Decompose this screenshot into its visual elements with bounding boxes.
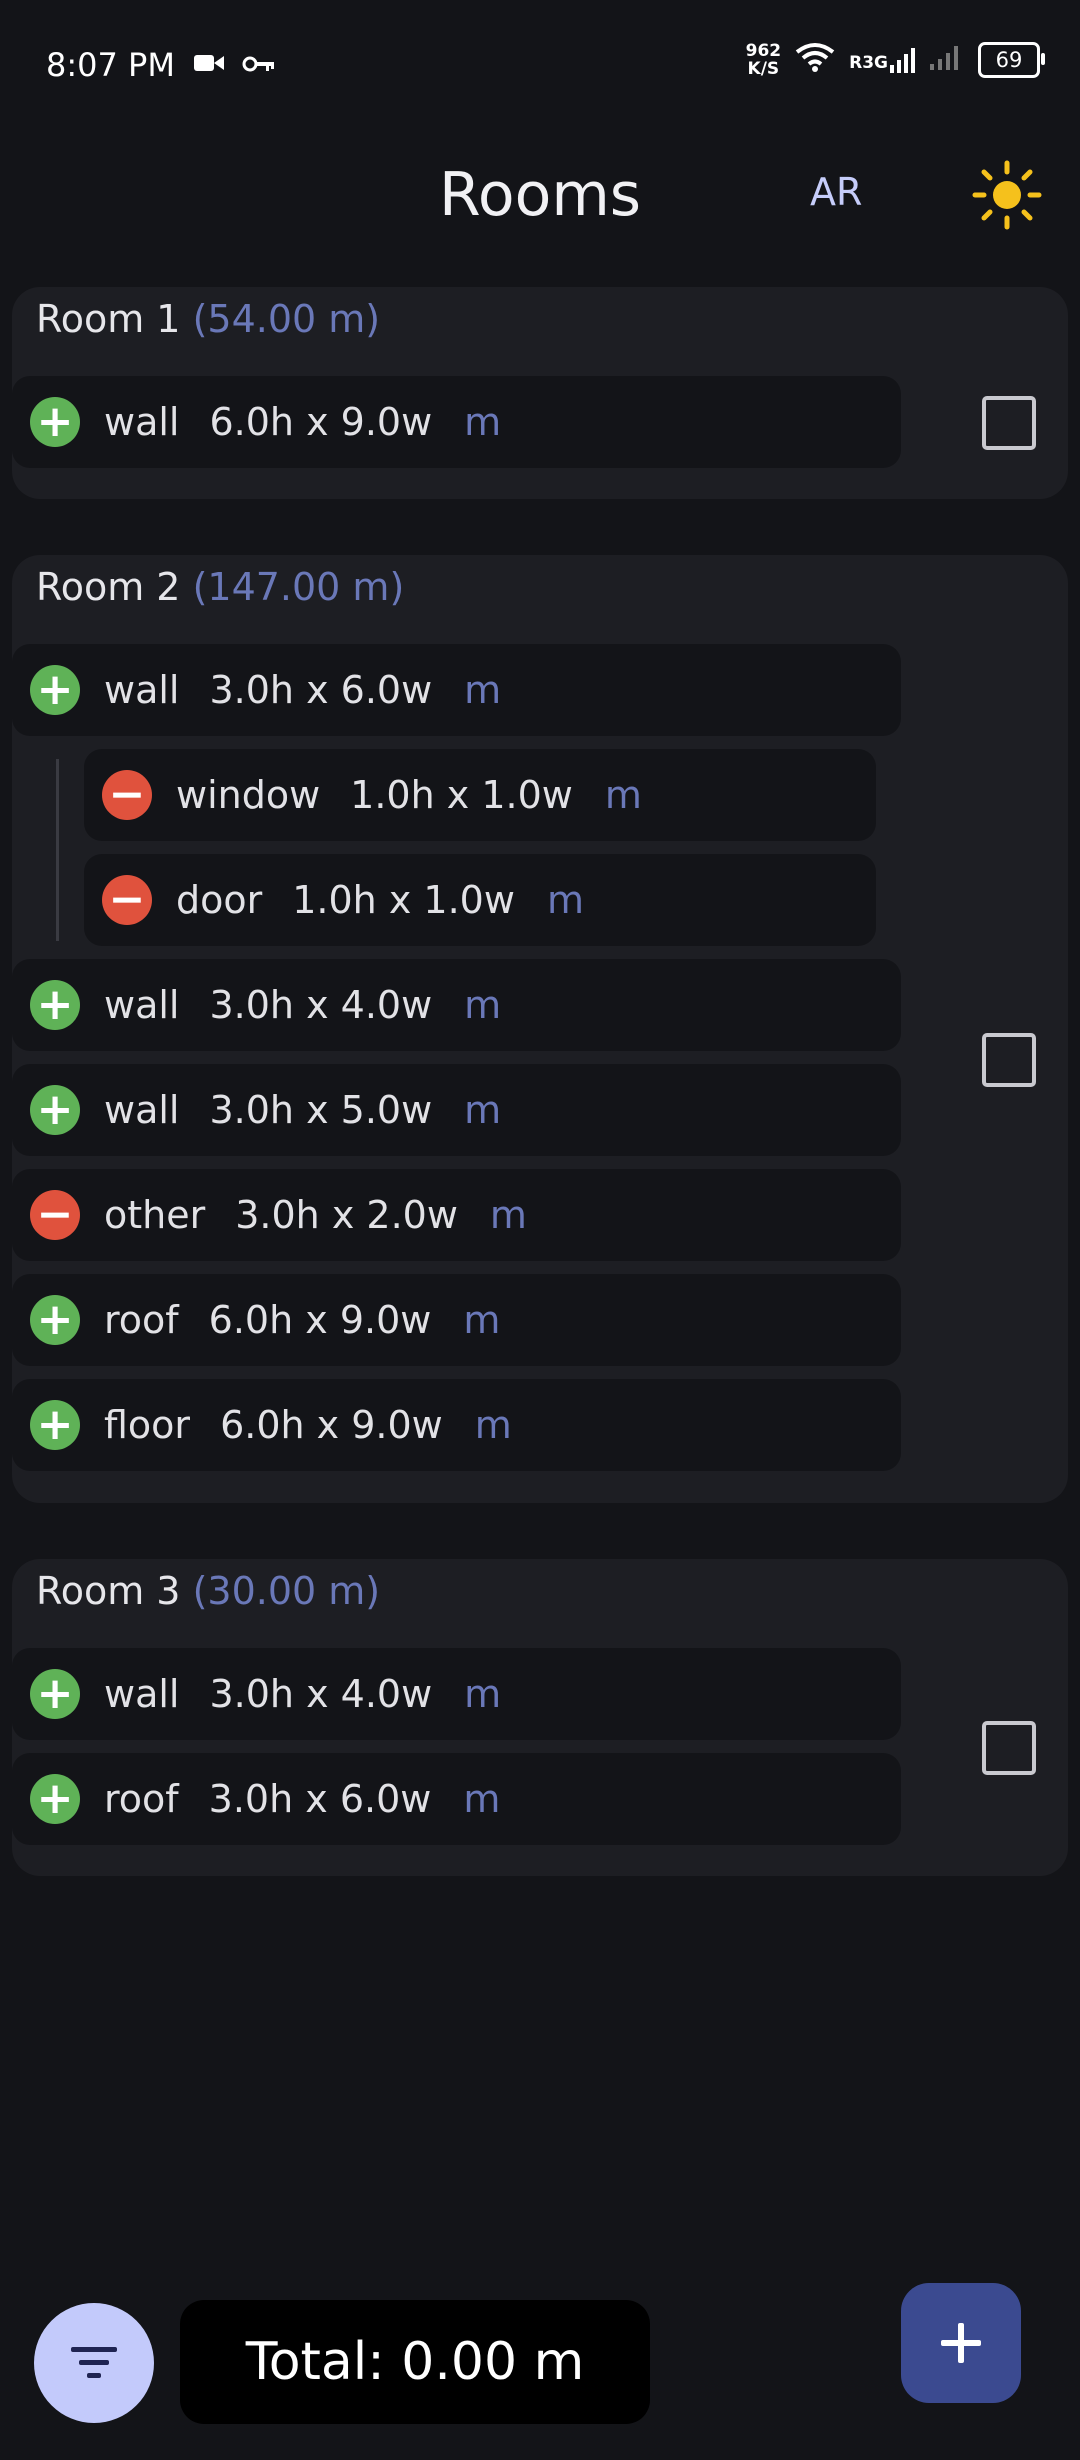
room-checkbox[interactable] [982,1033,1036,1087]
add-circle-icon[interactable]: + [30,1774,80,1824]
filter-icon [71,2347,117,2378]
list-item[interactable]: + roof 6.0h x 9.0w m [12,1274,901,1366]
add-circle-icon[interactable]: + [30,397,80,447]
room-card-3[interactable]: Room 3 (30.00 m) + wall 3.0h x 4.0w m + … [12,1559,1068,1876]
child-connector-line [56,759,59,941]
item-type: window [176,773,321,817]
total-label: Total: 0.00 m [245,2332,585,2392]
item-unit[interactable]: m [475,1403,512,1447]
add-circle-icon[interactable]: + [30,980,80,1030]
item-unit[interactable]: m [547,878,584,922]
item-unit[interactable]: m [605,773,642,817]
list-item[interactable]: + wall 3.0h x 6.0w m [12,644,901,736]
item-unit[interactable]: m [463,1777,500,1821]
item-dims: 1.0h x 1.0w [292,878,515,922]
app-bar: Rooms AR [0,140,1080,250]
item-type: door [176,878,263,922]
filter-button[interactable] [34,2303,154,2423]
add-circle-icon[interactable]: + [30,1669,80,1719]
net-speed-unit: K/S [747,59,780,79]
list-item[interactable]: − other 3.0h x 2.0w m [12,1169,901,1261]
vpn-key-icon [242,48,276,81]
list-item[interactable]: + wall 3.0h x 5.0w m [12,1064,901,1156]
room-checkbox[interactable] [982,396,1036,450]
item-unit[interactable]: m [464,668,501,712]
item-type: wall [104,1672,180,1716]
remove-circle-icon[interactable]: − [30,1190,80,1240]
item-dims: 6.0h x 9.0w [220,1403,443,1447]
add-circle-icon[interactable]: + [30,1085,80,1135]
item-type: wall [104,400,180,444]
room-area: (30.00 m) [192,1569,381,1613]
item-dims: 3.0h x 5.0w [209,1088,433,1132]
add-room-button[interactable] [901,2283,1021,2403]
battery-indicator: 69 [978,42,1045,78]
room-area: (147.00 m) [192,565,405,609]
list-item-child[interactable]: − window 1.0h x 1.0w m [84,749,876,841]
item-type: wall [104,983,180,1027]
page-title: Rooms [438,160,642,230]
list-item[interactable]: + roof 3.0h x 6.0w m [12,1753,901,1845]
item-dims: 6.0h x 9.0w [208,1298,432,1342]
add-circle-icon[interactable]: + [30,665,80,715]
item-unit[interactable]: m [464,400,501,444]
remove-circle-icon[interactable]: − [102,875,152,925]
item-type: wall [104,1088,180,1132]
signal-bars-icon [890,48,915,73]
wifi-icon [795,42,835,78]
item-unit[interactable]: m [464,983,501,1027]
cell-signal-primary: R3G [849,47,916,73]
add-circle-icon[interactable]: + [30,1400,80,1450]
item-dims: 3.0h x 4.0w [209,983,433,1027]
item-unit[interactable]: m [490,1193,527,1237]
list-item[interactable]: + wall 3.0h x 4.0w m [12,959,901,1051]
video-record-icon [194,48,224,81]
room-card-2[interactable]: Room 2 (147.00 m) + wall 3.0h x 6.0w m −… [12,555,1068,1503]
room-card-1[interactable]: Room 1 (54.00 m) + wall 6.0h x 9.0w m [12,287,1068,499]
cell-signal-secondary-icon [930,44,964,76]
item-dims: 3.0h x 6.0w [208,1777,432,1821]
item-dims: 1.0h x 1.0w [350,773,573,817]
remove-circle-icon[interactable]: − [102,770,152,820]
room-name: Room 3 [36,1569,181,1613]
status-time: 8:07 PM [46,46,175,84]
list-item[interactable]: + wall 3.0h x 4.0w m [12,1648,901,1740]
list-item-child[interactable]: − door 1.0h x 1.0w m [84,854,876,946]
network-speed: 962 K/S [746,42,782,78]
item-unit[interactable]: m [463,1298,500,1342]
status-bar: 8:07 PM 962 K/S R3G 69 [0,0,1080,130]
item-type: roof [104,1777,179,1821]
item-type: other [104,1193,206,1237]
item-type: wall [104,668,180,712]
list-item[interactable]: + wall 6.0h x 9.0w m [12,376,901,468]
battery-level: 69 [995,48,1023,72]
room-name: Room 2 [36,565,181,609]
ar-button[interactable]: AR [810,170,862,214]
room-checkbox[interactable] [982,1721,1036,1775]
item-dims: 3.0h x 6.0w [209,668,433,712]
item-unit[interactable]: m [464,1088,501,1132]
net-speed-value: 962 [745,41,782,61]
total-display: Total: 0.00 m [180,2300,650,2424]
room-title: Room 1 (54.00 m) [36,297,380,341]
item-dims: 3.0h x 4.0w [209,1672,433,1716]
list-item[interactable]: + floor 6.0h x 9.0w m [12,1379,901,1471]
add-circle-icon[interactable]: + [30,1295,80,1345]
item-dims: 3.0h x 2.0w [235,1193,458,1237]
carrier-label: R3G [849,53,888,73]
room-area: (54.00 m) [192,297,381,341]
room-title: Room 3 (30.00 m) [36,1569,380,1613]
item-dims: 6.0h x 9.0w [209,400,433,444]
room-title: Room 2 (147.00 m) [36,565,404,609]
room-name: Room 1 [36,297,181,341]
item-type: roof [104,1298,179,1342]
plus-icon [941,2323,981,2363]
item-type: floor [104,1403,191,1447]
sun-icon[interactable] [972,160,1042,230]
item-unit[interactable]: m [464,1672,501,1716]
